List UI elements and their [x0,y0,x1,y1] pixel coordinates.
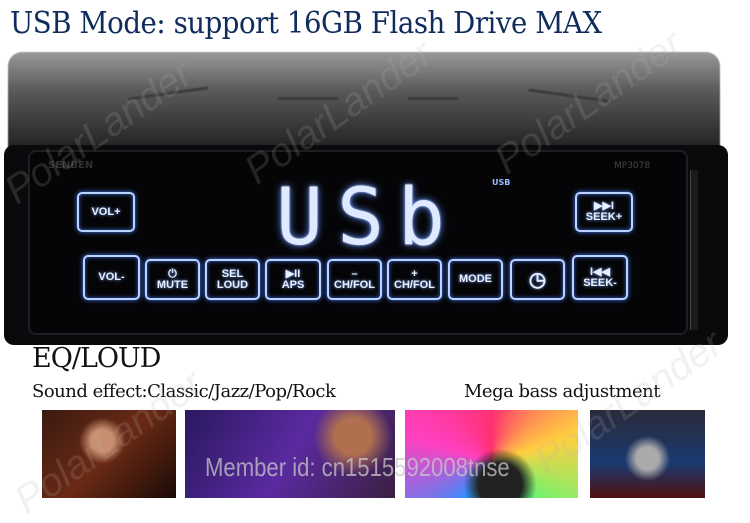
seek-next-button[interactable]: ▶▶I SEEK+ [575,192,633,232]
lcd-display: USb [276,173,459,263]
skip-previous-icon: I◀◀ [590,265,610,278]
button-label: MODE [459,273,492,285]
power-icon: ⏻ [168,267,177,280]
seek-prev-button[interactable]: I◀◀ SEEK- [572,255,628,300]
button-label: APS [281,278,305,291]
aps-button[interactable]: ▶II APS [265,259,321,300]
button-label: VOL+ [91,205,121,218]
clock-button[interactable]: ◷ [510,259,565,300]
eq-loud-heading: EQ/LOUD [32,343,161,374]
clock-icon: ◷ [528,268,547,291]
button-label: SEEK+ [585,211,623,223]
model-label: MP3078 [614,161,651,171]
sd-slot [690,170,698,330]
vol-up-button[interactable]: VOL+ [77,192,135,232]
button-label: MUTE [156,278,189,291]
sel-loud-button[interactable]: SEL LOUD [205,259,260,300]
minus-icon: – [351,267,358,280]
button-label: CH/FOL [394,278,435,291]
mode-button[interactable]: MODE [448,259,503,300]
play-pause-icon: ▶II [285,267,301,280]
button-label: CH/FOL [334,278,375,291]
vol-down-button[interactable]: VOL- [83,255,140,300]
page-title: USB Mode: support 16GB Flash Drive MAX [10,6,602,41]
button-label: SEEK- [583,276,617,289]
member-id-watermark: Member id: cn1515592008tnse [205,452,510,482]
button-label: VOL- [98,271,125,283]
ch-fol-up-button[interactable]: + CH/FOL [387,259,442,300]
plus-icon: + [411,267,418,280]
mute-button[interactable]: ⏻ MUTE [145,259,200,300]
usb-indicator-icon: USB [492,178,511,187]
button-label: LOUD [216,278,249,291]
ch-fol-down-button[interactable]: – CH/FOL [327,259,382,300]
button-label-top: SEL [221,267,244,280]
